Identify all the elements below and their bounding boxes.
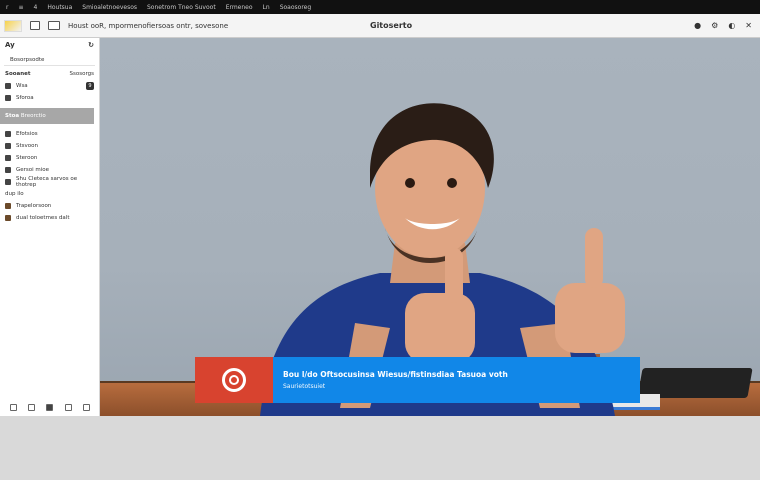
topbar-item[interactable]: Soaosoreg xyxy=(280,4,311,11)
timeline-area[interactable] xyxy=(0,416,760,480)
section-tag: Stoa xyxy=(5,113,20,119)
sidebar-item[interactable]: Steroon xyxy=(0,152,99,164)
target-icon xyxy=(222,368,246,392)
minimize-icon[interactable]: ◐ xyxy=(728,21,735,30)
sidebar-item[interactable]: Shu Cleteca sarvos oe thotrep xyxy=(0,176,99,188)
sidebar-section-selected[interactable]: Stoa Breorctio xyxy=(0,108,94,124)
item-icon xyxy=(5,131,11,137)
sidebar-note: dup ilo xyxy=(5,191,24,197)
tool-icon xyxy=(5,215,11,221)
topbar-item[interactable]: Ln xyxy=(263,4,270,11)
item-icon xyxy=(5,155,11,161)
item-icon xyxy=(5,83,11,89)
sidebar-header: Ay ↻ xyxy=(0,38,99,52)
sidebar-title: Ay xyxy=(5,41,15,49)
hammer-icon xyxy=(5,203,11,209)
topbar-item[interactable]: Houtsua xyxy=(47,4,72,11)
topbar-item[interactable]: Sonetrom Tneo Suvoot xyxy=(147,4,216,11)
folder-icon[interactable] xyxy=(48,21,60,30)
sidebar-item-label: Gersoi mioe xyxy=(16,167,50,173)
sidebar-item-label: Shu Cleteca sarvos oe thotrep xyxy=(16,176,78,188)
item-icon xyxy=(5,167,11,173)
sidebar-footer xyxy=(0,400,100,414)
grid-icon[interactable] xyxy=(64,403,72,411)
window-title: Gitoserto xyxy=(370,21,413,30)
add-icon[interactable] xyxy=(9,403,17,411)
sidebar-item[interactable]: Stsvoon xyxy=(0,140,99,152)
sidebar-item-label: dual toloetmes dalt xyxy=(16,215,70,221)
record-icon[interactable]: ● xyxy=(694,21,701,30)
sidebar-search-field[interactable]: Bosorpsodte xyxy=(4,54,95,66)
lower-third-title: Bou l/do Oftsocusinsa Wiesus/fistinsdiaa… xyxy=(283,370,508,379)
item-icon xyxy=(5,179,11,185)
sidebar-item-label: Efotsios xyxy=(16,131,38,137)
topbar-item[interactable]: 4 xyxy=(34,4,38,11)
notification-badge: 9 xyxy=(86,82,94,90)
lower-third-banner[interactable]: Bou l/do Oftsocusinsa Wiesus/fistinsdiaa… xyxy=(195,357,640,403)
system-top-bar: r ≡ 4 Houtsua Smioaletnoevesos Sonetrom … xyxy=(0,0,760,14)
window-title-bar: Houst ooR, mpormenofiersoas ontr, soveso… xyxy=(0,14,760,38)
window-title-path: Houst ooR, mpormenofiersoas ontr, soveso… xyxy=(68,21,229,30)
close-icon[interactable]: ✕ xyxy=(745,21,752,30)
sidebar-item-label: Steroon xyxy=(16,155,38,161)
sidebar-header-right[interactable]: Ssosorgs xyxy=(70,71,94,77)
app-logo-icon xyxy=(4,19,22,32)
sidebar: Ay ↻ Bosorpsodte Sooanet Ssosorgs Wsa 9 … xyxy=(0,38,100,416)
sidebar-item[interactable]: Sforoa xyxy=(0,92,99,104)
sidebar-item-label: Wsa xyxy=(16,83,28,89)
sidebar-item-label: Sforoa xyxy=(16,95,34,101)
sidebar-item[interactable]: dual toloetmes dalt xyxy=(0,212,99,224)
topbar-item[interactable]: r xyxy=(6,4,8,11)
topbar-item[interactable]: Ermeneo xyxy=(226,4,253,11)
sidebar-item[interactable]: Wsa 9 xyxy=(0,80,99,92)
topbar-item[interactable]: Smioaletnoevesos xyxy=(82,4,137,11)
sidebar-header-row: Sooanet Ssosorgs xyxy=(0,68,99,80)
refresh-icon[interactable]: ↻ xyxy=(88,41,94,49)
lower-third-text: Bou l/do Oftsocusinsa Wiesus/fistinsdiaa… xyxy=(273,357,640,403)
video-preview[interactable]: Bou l/do Oftsocusinsa Wiesus/fistinsdiaa… xyxy=(100,38,760,416)
item-icon xyxy=(5,143,11,149)
list-icon[interactable] xyxy=(28,403,36,411)
window-icon[interactable] xyxy=(30,21,40,30)
sidebar-item-label: Stsvoon xyxy=(16,143,38,149)
trash-icon[interactable] xyxy=(83,403,91,411)
section-label: Breorctio xyxy=(20,113,46,119)
stop-icon[interactable] xyxy=(46,403,54,411)
item-icon xyxy=(5,95,11,101)
topbar-item[interactable]: ≡ xyxy=(18,4,23,11)
sidebar-item[interactable]: Gersoi mioe xyxy=(0,164,99,176)
sidebar-item[interactable]: Trapelorsoon xyxy=(0,200,99,212)
sidebar-item[interactable]: Efotsios xyxy=(0,128,99,140)
lower-third-logo xyxy=(195,357,273,403)
sidebar-header-left[interactable]: Sooanet xyxy=(5,71,31,77)
lower-third-subtitle: Saurietotsuiet xyxy=(283,383,326,390)
sidebar-item-label: Trapelorsoon xyxy=(16,203,52,209)
settings-icon[interactable]: ⚙ xyxy=(711,21,718,30)
